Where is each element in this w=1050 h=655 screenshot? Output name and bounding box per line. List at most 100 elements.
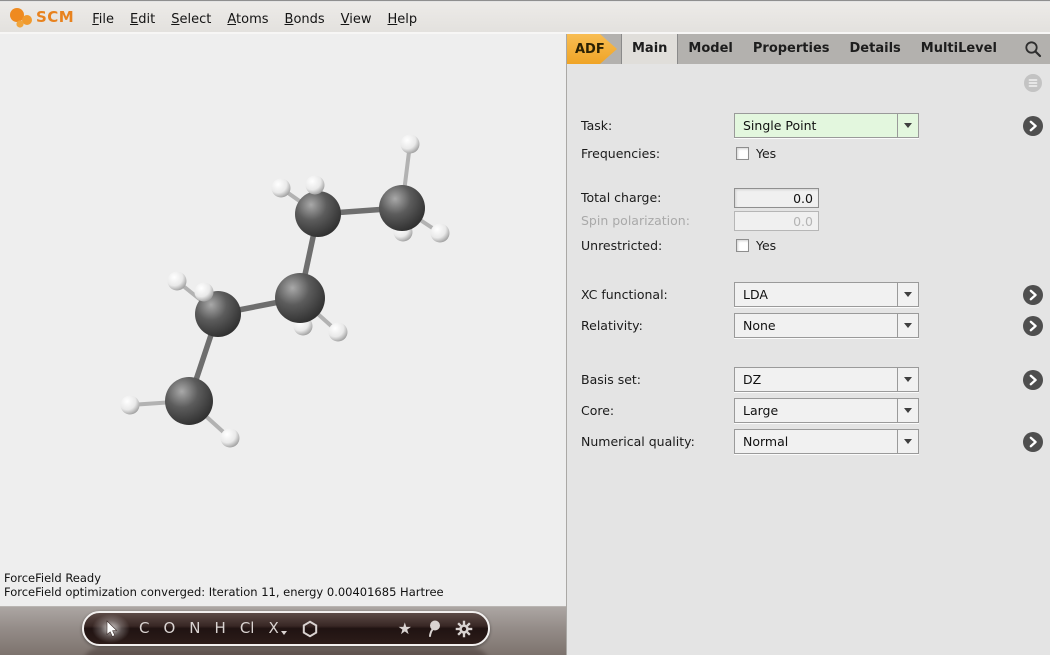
chevron-down-icon	[904, 377, 912, 382]
xc-functional-dropdown-button[interactable]	[897, 283, 918, 306]
row-basis-set: Basis set:DZ	[567, 367, 1050, 392]
relativity-detail-button[interactable]	[1023, 316, 1043, 336]
ring-icon[interactable]	[301, 620, 319, 638]
basis-set-dropdown-button[interactable]	[897, 368, 918, 391]
menu-file[interactable]: File	[92, 12, 114, 27]
input-panel: ADF MainModelPropertiesDetailsMultiLevel…	[566, 34, 1050, 655]
scm-logo: SCM	[8, 3, 74, 31]
frequencies-checkbox[interactable]	[736, 147, 749, 160]
row-frequencies: Frequencies: Yes	[567, 146, 1050, 161]
atom-h[interactable]	[329, 323, 348, 342]
menu-atoms[interactable]: Atoms	[227, 12, 268, 27]
relativity-dropdown-button[interactable]	[897, 314, 918, 337]
core-value: Large	[743, 403, 778, 418]
tool-hydrogen[interactable]: H	[215, 621, 226, 636]
atom-h[interactable]	[195, 283, 214, 302]
atom-h[interactable]	[272, 179, 291, 198]
toolbar-reflection	[82, 648, 490, 655]
pointer-icon[interactable]	[92, 614, 130, 643]
gear-icon[interactable]	[455, 620, 473, 638]
atom-h[interactable]	[221, 429, 240, 448]
adfinput-window: SCM File Edit Select Atoms Bonds View Help For…	[0, 0, 1050, 655]
tabbar: ADF MainModelPropertiesDetailsMultiLevel	[567, 34, 1050, 64]
tab-main[interactable]: Main	[621, 34, 678, 64]
basis-set-dropdown[interactable]: DZ	[734, 367, 919, 392]
task-detail-button[interactable]	[1023, 116, 1043, 136]
atom-h[interactable]	[121, 396, 140, 415]
core-label: Core:	[581, 398, 614, 423]
panel-menu-icon[interactable]	[1024, 74, 1042, 92]
tool-nitrogen[interactable]: N	[189, 621, 200, 636]
status-line-1: ForceField Ready	[4, 572, 444, 586]
row-core: Core: Large	[567, 398, 1050, 423]
tab-model[interactable]: Model	[678, 34, 742, 64]
molecule-viewer[interactable]: ForceField Ready ForceField optimization…	[0, 34, 566, 655]
total-charge-field[interactable]: 0.0	[734, 188, 819, 208]
breadcrumb-adf[interactable]: ADF	[567, 34, 617, 64]
menu-select[interactable]: Select	[171, 12, 211, 27]
menu-edit[interactable]: Edit	[130, 12, 155, 27]
panel-content: Task:Single Point Frequencies: Yes Total ch…	[567, 64, 1050, 655]
xc-functional-value: LDA	[743, 287, 768, 302]
molecule-canvas[interactable]	[0, 34, 566, 608]
chevron-down-icon	[904, 292, 912, 297]
menu-bonds[interactable]: Bonds	[285, 12, 325, 27]
atom-c[interactable]	[295, 191, 341, 237]
xc-functional-detail-button[interactable]	[1023, 285, 1043, 305]
total-charge-label: Total charge:	[581, 188, 661, 208]
atom-c[interactable]	[275, 273, 325, 323]
unrestricted-checkbox[interactable]	[736, 239, 749, 252]
task-dropdown[interactable]: Single Point	[734, 113, 919, 138]
atom-c[interactable]	[379, 185, 425, 231]
numerical-quality-dropdown[interactable]: Normal	[734, 429, 919, 454]
tool-carbon[interactable]: C	[139, 621, 149, 636]
row-numerical-quality: Numerical quality:Normal	[567, 429, 1050, 454]
balloon-icon[interactable]	[426, 620, 441, 638]
task-dropdown-button[interactable]	[897, 114, 918, 137]
row-task: Task:Single Point	[567, 113, 1050, 138]
chevron-down-icon	[904, 408, 912, 413]
numerical-quality-value: Normal	[743, 434, 788, 449]
spin-polarization-label: Spin polarization:	[581, 211, 690, 231]
tool-element-picker[interactable]: X	[268, 621, 286, 636]
search-icon[interactable]	[1024, 40, 1042, 58]
row-spin-polarization: Spin polarization: 0.0	[567, 211, 1050, 231]
tool-oxygen[interactable]: O	[163, 621, 175, 636]
numerical-quality-detail-button[interactable]	[1023, 432, 1043, 452]
basis-set-detail-button[interactable]	[1023, 370, 1043, 390]
atom-h[interactable]	[306, 176, 325, 195]
row-relativity: Relativity: None	[567, 313, 1050, 338]
atom-h[interactable]	[168, 272, 187, 291]
relativity-dropdown[interactable]: None	[734, 313, 919, 338]
basis-set-value: DZ	[743, 372, 761, 387]
relativity-label: Relativity:	[581, 313, 643, 338]
core-dropdown[interactable]: Large	[734, 398, 919, 423]
atom-h[interactable]	[431, 224, 450, 243]
atom-c[interactable]	[165, 377, 213, 425]
element-toolbar: CONH Cl X ★	[82, 611, 490, 646]
frequencies-label: Frequencies:	[581, 146, 660, 161]
atom-h[interactable]	[401, 135, 420, 154]
chevron-down-icon	[281, 631, 287, 635]
star-icon[interactable]: ★	[398, 621, 412, 637]
status-messages: ForceField Ready ForceField optimization…	[4, 572, 444, 599]
frequencies-checkbox-label: Yes	[756, 146, 776, 161]
menu-view[interactable]: View	[341, 12, 372, 27]
spin-polarization-field: 0.0	[734, 211, 819, 231]
task-value: Single Point	[743, 118, 816, 133]
row-unrestricted: Unrestricted: Yes	[567, 238, 1050, 253]
xc-functional-dropdown[interactable]: LDA	[734, 282, 919, 307]
menu-help[interactable]: Help	[388, 12, 418, 27]
tab-multilevel[interactable]: MultiLevel	[911, 34, 1007, 64]
core-dropdown-button[interactable]	[897, 399, 918, 422]
unrestricted-label: Unrestricted:	[581, 238, 662, 253]
chevron-down-icon	[904, 439, 912, 444]
scm-logo-text: SCM	[36, 8, 74, 26]
unrestricted-checkbox-label: Yes	[756, 238, 776, 253]
numerical-quality-dropdown-button[interactable]	[897, 430, 918, 453]
xc-functional-label: XC functional:	[581, 282, 668, 307]
tab-details[interactable]: Details	[840, 34, 911, 64]
tool-chlorine[interactable]: Cl	[240, 621, 255, 636]
row-total-charge: Total charge: 0.0	[567, 188, 1050, 208]
tab-properties[interactable]: Properties	[743, 34, 840, 64]
